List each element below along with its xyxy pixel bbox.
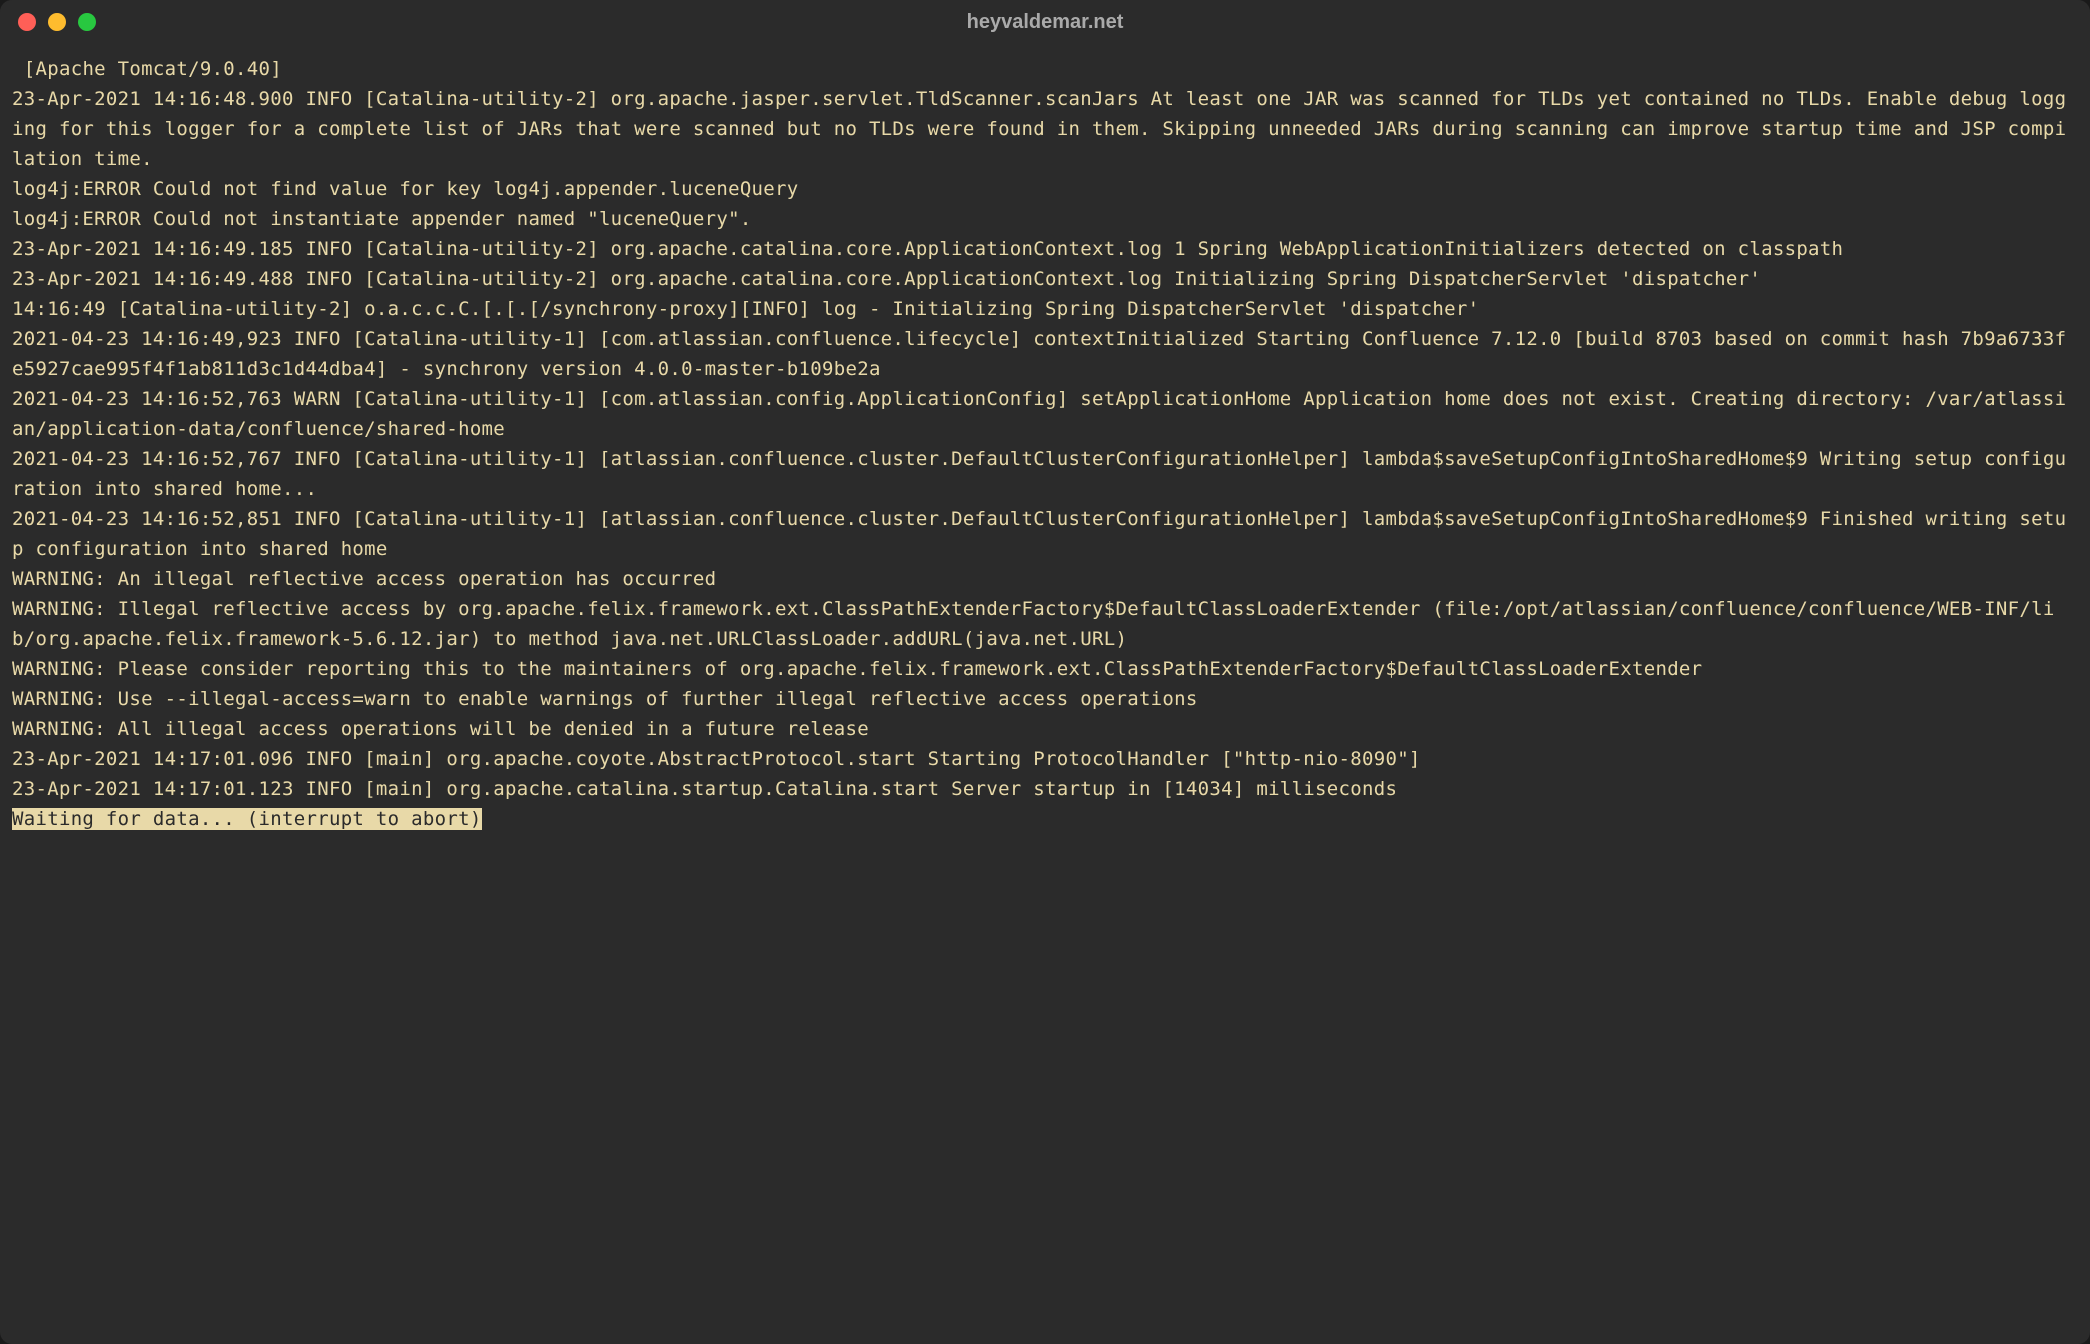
log-line: 2021-04-23 14:16:49,923 INFO [Catalina-u… (12, 328, 2066, 380)
log-line: WARNING: Please consider reporting this … (12, 658, 1702, 680)
traffic-lights (18, 13, 96, 31)
log-line: 23-Apr-2021 14:16:49.185 INFO [Catalina-… (12, 238, 1843, 260)
log-line: WARNING: An illegal reflective access op… (12, 568, 716, 590)
log-line: 23-Apr-2021 14:16:49.488 INFO [Catalina-… (12, 268, 1761, 290)
log-line: log4j:ERROR Could not find value for key… (12, 178, 799, 200)
log-line: 14:16:49 [Catalina-utility-2] o.a.c.c.C.… (12, 298, 1479, 320)
log-line: 23-Apr-2021 14:16:48.900 INFO [Catalina-… (12, 88, 2066, 170)
close-button[interactable] (18, 13, 36, 31)
status-line: Waiting for data... (interrupt to abort) (12, 808, 482, 830)
log-line: 2021-04-23 14:16:52,851 INFO [Catalina-u… (12, 508, 2066, 560)
title-bar: heyvaldemar.net (0, 0, 2090, 44)
maximize-button[interactable] (78, 13, 96, 31)
log-line: [Apache Tomcat/9.0.40] (12, 58, 282, 80)
window-title: heyvaldemar.net (967, 11, 1124, 34)
log-line: WARNING: Illegal reflective access by or… (12, 598, 2055, 650)
terminal-window: heyvaldemar.net [Apache Tomcat/9.0.40] 2… (0, 0, 2090, 1344)
terminal-content[interactable]: [Apache Tomcat/9.0.40] 23-Apr-2021 14:16… (0, 44, 2090, 1344)
log-line: 2021-04-23 14:16:52,763 WARN [Catalina-u… (12, 388, 2066, 440)
log-line: WARNING: All illegal access operations w… (12, 718, 869, 740)
log-line: 2021-04-23 14:16:52,767 INFO [Catalina-u… (12, 448, 2066, 500)
log-line: WARNING: Use --illegal-access=warn to en… (12, 688, 1198, 710)
log-line: 23-Apr-2021 14:17:01.123 INFO [main] org… (12, 778, 1397, 800)
log-line: log4j:ERROR Could not instantiate append… (12, 208, 752, 230)
log-line: 23-Apr-2021 14:17:01.096 INFO [main] org… (12, 748, 1421, 770)
minimize-button[interactable] (48, 13, 66, 31)
